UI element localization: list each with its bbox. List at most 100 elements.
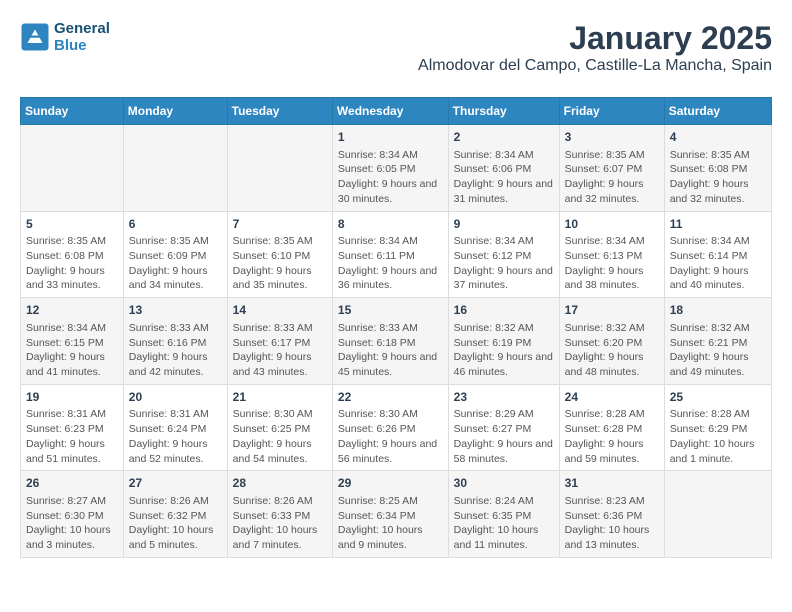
calendar-cell: [123, 125, 227, 212]
day-number: 19: [26, 389, 118, 406]
calendar-cell: 18Sunrise: 8:32 AM Sunset: 6:21 PM Dayli…: [664, 298, 771, 385]
calendar-body: 1Sunrise: 8:34 AM Sunset: 6:05 PM Daylig…: [21, 125, 772, 558]
day-info: Sunrise: 8:33 AM Sunset: 6:18 PM Dayligh…: [338, 322, 437, 378]
calendar-cell: 8 Sunrise: 8:34 AM Sunset: 6:11 PM Daylig…: [332, 211, 448, 298]
day-info: Sunrise: 8:34 AM Sunset: 6:15 PM Dayligh…: [26, 322, 106, 378]
day-header: Monday: [123, 98, 227, 125]
calendar-cell: 25 Sunrise: 8:28 AM Sunset: 6:29 PM Dayli…: [664, 384, 771, 471]
day-number: 27: [129, 475, 222, 492]
day-info: Sunrise: 8:29 AM Sunset: 6:27 PM Dayligh…: [454, 408, 553, 464]
day-number: 16: [454, 302, 554, 319]
day-number: 15: [338, 302, 443, 319]
day-number: 31: [565, 475, 659, 492]
calendar-cell: 4 Sunrise: 8:35 AM Sunset: 6:08 PM Daylig…: [664, 125, 771, 212]
calendar-cell: 21 Sunrise: 8:30 AM Sunset: 6:25 PM Dayli…: [227, 384, 332, 471]
day-header: Friday: [559, 98, 664, 125]
day-info: Sunrise: 8:28 AM Sunset: 6:28 PM Dayligh…: [565, 408, 645, 464]
day-number: 23: [454, 389, 554, 406]
day-info: Sunrise: 8:34 AM Sunset: 6:11 PM Dayligh…: [338, 235, 437, 291]
day-number: 29: [338, 475, 443, 492]
calendar-week-row: 1Sunrise: 8:34 AM Sunset: 6:05 PM Daylig…: [21, 125, 772, 212]
calendar-cell: 30 Sunrise: 8:24 AM Sunset: 6:35 PM Dayli…: [448, 471, 559, 558]
calendar-cell: 28Sunrise: 8:26 AM Sunset: 6:33 PM Dayli…: [227, 471, 332, 558]
calendar-week-row: 12 Sunrise: 8:34 AM Sunset: 6:15 PM Dayli…: [21, 298, 772, 385]
day-number: 26: [26, 475, 118, 492]
day-info: Sunrise: 8:26 AM Sunset: 6:33 PM Dayligh…: [233, 495, 318, 551]
day-info: Sunrise: 8:27 AM Sunset: 6:30 PM Dayligh…: [26, 495, 111, 551]
day-number: 13: [129, 302, 222, 319]
calendar-cell: 16 Sunrise: 8:32 AM Sunset: 6:19 PM Dayli…: [448, 298, 559, 385]
calendar-cell: [227, 125, 332, 212]
calendar-cell: 19 Sunrise: 8:31 AM Sunset: 6:23 PM Dayli…: [21, 384, 124, 471]
calendar-cell: 1Sunrise: 8:34 AM Sunset: 6:05 PM Daylig…: [332, 125, 448, 212]
calendar-week-row: 19 Sunrise: 8:31 AM Sunset: 6:23 PM Dayli…: [21, 384, 772, 471]
day-number: 24: [565, 389, 659, 406]
calendar-week-row: 26 Sunrise: 8:27 AM Sunset: 6:30 PM Dayli…: [21, 471, 772, 558]
logo-general: General: [54, 20, 110, 37]
day-number: 22: [338, 389, 443, 406]
calendar-cell: 2Sunrise: 8:34 AM Sunset: 6:06 PM Daylig…: [448, 125, 559, 212]
day-info: Sunrise: 8:35 AM Sunset: 6:08 PM Dayligh…: [26, 235, 106, 291]
day-number: 6: [129, 216, 222, 233]
location-title: Almodovar del Campo, Castille-La Mancha,…: [418, 57, 772, 75]
logo-icon: [20, 22, 50, 52]
day-info: Sunrise: 8:32 AM Sunset: 6:20 PM Dayligh…: [565, 322, 645, 378]
day-number: 30: [454, 475, 554, 492]
calendar-cell: 23 Sunrise: 8:29 AM Sunset: 6:27 PM Dayli…: [448, 384, 559, 471]
calendar-cell: 13Sunrise: 8:33 AM Sunset: 6:16 PM Dayli…: [123, 298, 227, 385]
calendar-cell: 14Sunrise: 8:33 AM Sunset: 6:17 PM Dayli…: [227, 298, 332, 385]
day-info: Sunrise: 8:26 AM Sunset: 6:32 PM Dayligh…: [129, 495, 214, 551]
calendar-cell: 22Sunrise: 8:30 AM Sunset: 6:26 PM Dayli…: [332, 384, 448, 471]
day-number: 10: [565, 216, 659, 233]
day-number: 21: [233, 389, 327, 406]
day-number: 12: [26, 302, 118, 319]
calendar-cell: 7Sunrise: 8:35 AM Sunset: 6:10 PM Daylig…: [227, 211, 332, 298]
calendar-table: SundayMondayTuesdayWednesdayThursdayFrid…: [20, 97, 772, 558]
calendar-cell: [21, 125, 124, 212]
day-info: Sunrise: 8:33 AM Sunset: 6:17 PM Dayligh…: [233, 322, 313, 378]
calendar-cell: 20 Sunrise: 8:31 AM Sunset: 6:24 PM Dayli…: [123, 384, 227, 471]
day-info: Sunrise: 8:34 AM Sunset: 6:05 PM Dayligh…: [338, 149, 437, 205]
calendar-cell: 12 Sunrise: 8:34 AM Sunset: 6:15 PM Dayli…: [21, 298, 124, 385]
calendar-cell: 26 Sunrise: 8:27 AM Sunset: 6:30 PM Dayli…: [21, 471, 124, 558]
day-number: 7: [233, 216, 327, 233]
day-info: Sunrise: 8:35 AM Sunset: 6:07 PM Dayligh…: [565, 149, 645, 205]
month-title: January 2025: [418, 20, 772, 57]
day-info: Sunrise: 8:35 AM Sunset: 6:09 PM Dayligh…: [129, 235, 209, 291]
day-info: Sunrise: 8:28 AM Sunset: 6:29 PM Dayligh…: [670, 408, 755, 464]
day-number: 5: [26, 216, 118, 233]
day-header: Saturday: [664, 98, 771, 125]
day-number: 9: [454, 216, 554, 233]
calendar-cell: 27 Sunrise: 8:26 AM Sunset: 6:32 PM Dayli…: [123, 471, 227, 558]
day-info: Sunrise: 8:32 AM Sunset: 6:19 PM Dayligh…: [454, 322, 553, 378]
day-info: Sunrise: 8:24 AM Sunset: 6:35 PM Dayligh…: [454, 495, 539, 551]
day-number: 11: [670, 216, 766, 233]
day-header: Sunday: [21, 98, 124, 125]
calendar-cell: 29Sunrise: 8:25 AM Sunset: 6:34 PM Dayli…: [332, 471, 448, 558]
calendar-cell: 11 Sunrise: 8:34 AM Sunset: 6:14 PM Dayli…: [664, 211, 771, 298]
day-info: Sunrise: 8:32 AM Sunset: 6:21 PM Dayligh…: [670, 322, 750, 378]
calendar-cell: [664, 471, 771, 558]
day-info: Sunrise: 8:31 AM Sunset: 6:23 PM Dayligh…: [26, 408, 106, 464]
day-number: 4: [670, 129, 766, 146]
calendar-header-row: SundayMondayTuesdayWednesdayThursdayFrid…: [21, 98, 772, 125]
day-number: 20: [129, 389, 222, 406]
logo: General Blue: [20, 20, 110, 54]
calendar-cell: 6 Sunrise: 8:35 AM Sunset: 6:09 PM Daylig…: [123, 211, 227, 298]
calendar-cell: 9Sunrise: 8:34 AM Sunset: 6:12 PM Daylig…: [448, 211, 559, 298]
day-info: Sunrise: 8:35 AM Sunset: 6:08 PM Dayligh…: [670, 149, 750, 205]
day-info: Sunrise: 8:23 AM Sunset: 6:36 PM Dayligh…: [565, 495, 650, 551]
day-info: Sunrise: 8:31 AM Sunset: 6:24 PM Dayligh…: [129, 408, 209, 464]
day-number: 17: [565, 302, 659, 319]
day-info: Sunrise: 8:34 AM Sunset: 6:14 PM Dayligh…: [670, 235, 750, 291]
day-number: 25: [670, 389, 766, 406]
calendar-cell: 31 Sunrise: 8:23 AM Sunset: 6:36 PM Dayli…: [559, 471, 664, 558]
day-number: 2: [454, 129, 554, 146]
day-header: Thursday: [448, 98, 559, 125]
day-number: 8: [338, 216, 443, 233]
day-info: Sunrise: 8:34 AM Sunset: 6:13 PM Dayligh…: [565, 235, 645, 291]
calendar-week-row: 5 Sunrise: 8:35 AM Sunset: 6:08 PM Daylig…: [21, 211, 772, 298]
calendar-cell: 10 Sunrise: 8:34 AM Sunset: 6:13 PM Dayli…: [559, 211, 664, 298]
day-header: Tuesday: [227, 98, 332, 125]
day-info: Sunrise: 8:30 AM Sunset: 6:25 PM Dayligh…: [233, 408, 313, 464]
